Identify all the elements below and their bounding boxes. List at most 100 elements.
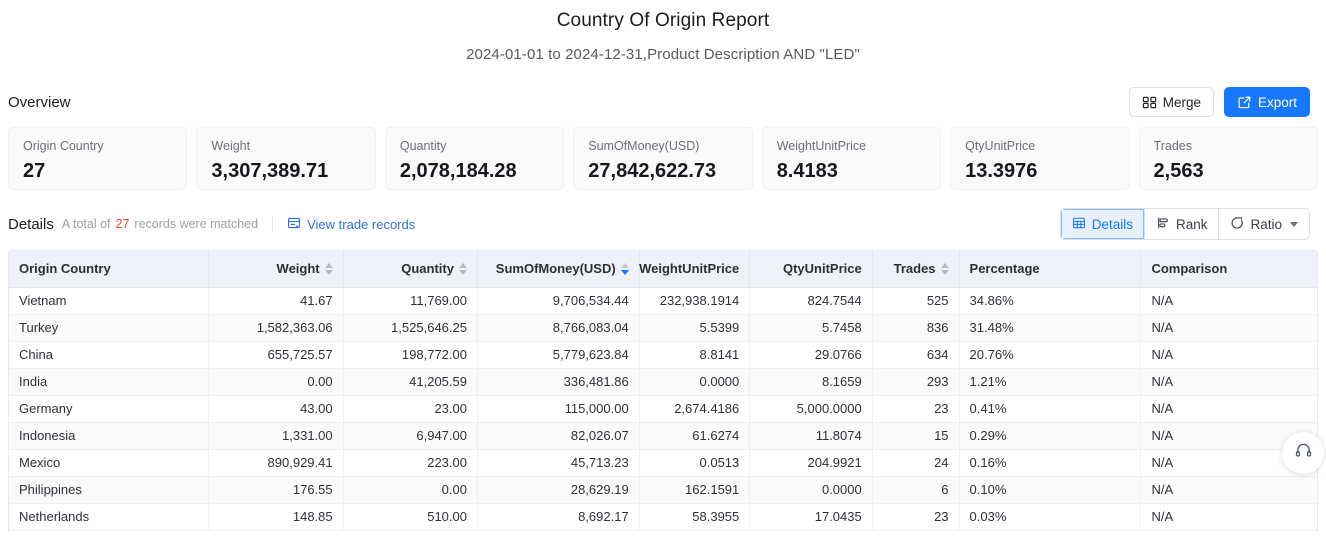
- table-row[interactable]: Vietnam 41.67 11,769.00 9,706,534.44 232,938…: [9, 287, 1317, 315]
- column-header-label: Quantity: [401, 261, 454, 277]
- cell-country: Netherlands: [9, 503, 210, 531]
- cell-percentage: 1.21%: [959, 368, 1142, 396]
- view-mode-rank-label: Rank: [1175, 216, 1208, 232]
- cell-comparison: N/A: [1140, 395, 1317, 423]
- table-row[interactable]: China 655,725.57 198,772.00 5,779,623.84 8.8…: [9, 341, 1317, 369]
- stat-card-value: 8.4183: [776, 160, 838, 182]
- support-button[interactable]: [1282, 432, 1324, 474]
- cell-trades: 634: [872, 341, 960, 369]
- cell-quantity: 6,947.00: [343, 422, 478, 450]
- divider: [272, 216, 274, 232]
- column-header-origin-country[interactable]: Origin Country: [9, 251, 210, 288]
- column-header-weight-unit-price[interactable]: WeightUnitPrice: [639, 251, 751, 288]
- cell-weight_unit: 0.0000: [639, 368, 751, 396]
- sort-toggle-icon[interactable]: [458, 262, 467, 275]
- merge-button-label: Merge: [1162, 94, 1201, 110]
- cell-trades: 525: [872, 287, 960, 315]
- stat-card: Trades 2,563: [1138, 127, 1318, 190]
- cell-sum_of_money: 336,481.86: [477, 368, 640, 396]
- cell-quantity: 1,525,646.25: [343, 314, 478, 342]
- table-body: Vietnam 41.67 11,769.00 9,706,534.44 232,938…: [9, 287, 1317, 531]
- cell-percentage: 0.03%: [959, 503, 1142, 531]
- view-mode-details-label: Details: [1091, 216, 1133, 232]
- stat-card: Quantity 2,078,184.28: [384, 127, 565, 190]
- cell-quantity: 198,772.00: [343, 341, 478, 369]
- cell-qty_unit: 0.0000: [749, 476, 873, 504]
- table-grid-icon: [1072, 216, 1086, 233]
- column-header-percentage[interactable]: Percentage: [959, 251, 1142, 288]
- cell-sum_of_money: 5,779,623.84: [477, 341, 640, 369]
- view-trade-records-link[interactable]: View trade records: [287, 216, 415, 233]
- headset-icon: [1294, 441, 1313, 465]
- export-button-label: Export: [1257, 94, 1297, 110]
- column-header-sum-of-money[interactable]: SumOfMoney(USD): [477, 251, 640, 288]
- cell-country: Indonesia: [9, 422, 210, 450]
- cell-percentage: 20.76%: [959, 341, 1142, 369]
- table-row[interactable]: India 0.00 41,205.59 336,481.86 0.0000 8.1659…: [9, 368, 1317, 396]
- cell-qty_unit: 204.9921: [749, 449, 873, 477]
- column-header-qty-unit-price[interactable]: QtyUnitPrice: [749, 251, 873, 288]
- view-mode-rank[interactable]: Rank: [1144, 209, 1220, 239]
- rank-bars-icon: [1156, 216, 1170, 233]
- view-mode-ratio[interactable]: Ratio: [1219, 209, 1309, 239]
- cell-weight_unit: 0.0513: [639, 449, 751, 477]
- cell-weight: 148.85: [208, 503, 344, 531]
- cell-country: Mexico: [9, 449, 210, 477]
- cell-sum_of_money: 82,026.07: [477, 422, 640, 450]
- cell-sum_of_money: 45,713.23: [477, 449, 640, 477]
- cell-weight_unit: 2,674.4186: [639, 395, 751, 423]
- cell-country: Philippines: [9, 476, 210, 504]
- cell-weight_unit: 8.8141: [639, 341, 751, 369]
- details-bar: Details A total of 27 records were match…: [0, 208, 1326, 240]
- cell-weight: 890,929.41: [208, 449, 344, 477]
- merge-cells-icon: [1142, 95, 1157, 110]
- overview-cards: Origin Country 27 Weight 3,307,389.71 Qu…: [0, 127, 1326, 190]
- table-row[interactable]: Indonesia 1,331.00 6,947.00 82,026.07 61.627…: [9, 422, 1317, 450]
- table-row[interactable]: Mexico 890,929.41 223.00 45,713.23 0.0513 204…: [9, 449, 1317, 477]
- cell-qty_unit: 11.8074: [749, 422, 873, 450]
- table-row[interactable]: Germany 43.00 23.00 115,000.00 2,674.4186 5,0…: [9, 395, 1317, 423]
- cell-weight_unit: 5.5399: [639, 314, 751, 342]
- stat-card-label: Origin Country: [23, 139, 104, 153]
- cell-comparison: N/A: [1140, 476, 1317, 504]
- stat-card: Weight 3,307,389.71: [196, 127, 376, 190]
- table-row[interactable]: Turkey 1,582,363.06 1,525,646.25 8,766,083.…: [9, 314, 1317, 342]
- stat-card: WeightUnitPrice 8.4183: [761, 127, 942, 190]
- stat-card-label: QtyUnitPrice: [965, 139, 1036, 153]
- cell-weight: 1,582,363.06: [208, 314, 344, 342]
- cell-country: China: [9, 341, 210, 369]
- stat-card-label: Trades: [1153, 139, 1192, 153]
- sort-toggle-icon[interactable]: [940, 262, 949, 275]
- page-subtitle: 2024-01-01 to 2024-12-31,Product Descrip…: [466, 46, 860, 63]
- stat-card-value: 3,307,389.71: [211, 160, 329, 182]
- stat-card: SumOfMoney(USD) 27,842,622.73: [573, 127, 753, 190]
- cell-trades: 293: [872, 368, 960, 396]
- view-mode-details[interactable]: Details: [1060, 209, 1145, 239]
- table-row[interactable]: Philippines 176.55 0.00 28,629.19 162.1591 0.…: [9, 476, 1317, 504]
- table-header-row: Origin Country Weight Quantity SumOfMone…: [9, 251, 1317, 288]
- sort-toggle-icon-active[interactable]: [620, 262, 629, 275]
- stat-card-label: WeightUnitPrice: [776, 139, 867, 153]
- merge-button[interactable]: Merge: [1128, 87, 1214, 117]
- column-header-label: WeightUnitPrice: [639, 261, 740, 277]
- details-record-summary: A total of 27 records were matched: [62, 217, 258, 231]
- cell-quantity: 11,769.00: [343, 287, 478, 315]
- column-header-trades[interactable]: Trades: [872, 251, 960, 288]
- details-record-count: 27: [115, 217, 130, 231]
- cell-quantity: 223.00: [343, 449, 478, 477]
- export-button[interactable]: Export: [1223, 87, 1310, 117]
- sort-toggle-icon[interactable]: [324, 262, 333, 275]
- column-header-comparison[interactable]: Comparison: [1140, 251, 1317, 288]
- stat-card-value: 27: [23, 160, 46, 182]
- cell-percentage: 31.48%: [959, 314, 1142, 342]
- column-header-quantity[interactable]: Quantity: [343, 251, 478, 288]
- table-row[interactable]: Netherlands 148.85 510.00 8,692.17 58.3955 17…: [9, 503, 1317, 531]
- stat-card-value: 27,842,622.73: [588, 160, 717, 182]
- overview-heading: Overview: [8, 93, 71, 111]
- cell-sum_of_money: 9,706,534.44: [477, 287, 640, 315]
- cell-sum_of_money: 28,629.19: [477, 476, 640, 504]
- column-header-weight[interactable]: Weight: [208, 251, 344, 288]
- report-page: Country Of Origin Report 2024-01-01 to 2…: [0, 0, 1326, 542]
- cell-trades: 6: [872, 476, 960, 504]
- cell-quantity: 0.00: [343, 476, 478, 504]
